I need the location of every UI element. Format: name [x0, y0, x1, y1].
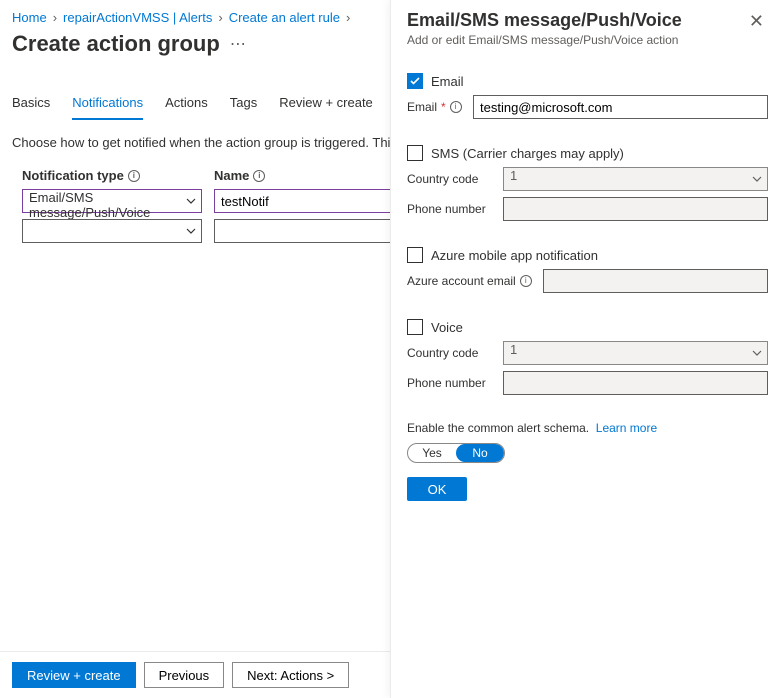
edit-notification-panel: Email/SMS message/Push/Voice Add or edit… — [390, 0, 784, 698]
voice-country-label: Country code — [407, 346, 497, 360]
push-checkbox-label: Azure mobile app notification — [431, 248, 598, 263]
info-icon[interactable]: i — [253, 170, 265, 182]
push-email-field[interactable] — [543, 269, 768, 293]
sms-phone-label: Phone number — [407, 202, 497, 216]
info-icon[interactable]: i — [128, 170, 140, 182]
email-field[interactable] — [473, 95, 768, 119]
next-button[interactable]: Next: Actions > — [232, 662, 349, 688]
tab-actions[interactable]: Actions — [165, 89, 208, 120]
sms-phone-field[interactable] — [503, 197, 768, 221]
schema-toggle-no[interactable]: No — [456, 444, 504, 462]
panel-subtitle: Add or edit Email/SMS message/Push/Voice… — [407, 33, 682, 47]
voice-checkbox-label: Voice — [431, 320, 463, 335]
email-field-label: Email* i — [407, 100, 467, 114]
tab-basics[interactable]: Basics — [12, 89, 50, 120]
sms-checkbox[interactable] — [407, 145, 423, 161]
previous-button[interactable]: Previous — [144, 662, 225, 688]
voice-phone-label: Phone number — [407, 376, 497, 390]
info-icon[interactable]: i — [520, 275, 532, 287]
tab-tags[interactable]: Tags — [230, 89, 257, 120]
schema-toggle-yes[interactable]: Yes — [408, 444, 456, 462]
column-header-type: Notification type i — [22, 168, 202, 183]
schema-toggle[interactable]: Yes No — [407, 443, 505, 463]
notification-type-select[interactable] — [22, 219, 202, 243]
breadcrumb-create-rule[interactable]: Create an alert rule — [229, 10, 340, 25]
sms-country-label: Country code — [407, 172, 497, 186]
voice-country-select[interactable]: 1 — [503, 341, 768, 365]
info-icon[interactable]: i — [450, 101, 462, 113]
push-email-label: Azure account email i — [407, 274, 537, 288]
email-checkbox[interactable] — [407, 73, 423, 89]
email-checkbox-label: Email — [431, 74, 464, 89]
voice-checkbox[interactable] — [407, 319, 423, 335]
tab-review[interactable]: Review + create — [279, 89, 373, 120]
chevron-right-icon: › — [218, 10, 222, 25]
sms-country-select[interactable]: 1 — [503, 167, 768, 191]
breadcrumb-resource[interactable]: repairActionVMSS | Alerts — [63, 10, 212, 25]
close-icon[interactable]: ✕ — [745, 10, 768, 32]
sms-checkbox-label: SMS (Carrier charges may apply) — [431, 146, 624, 161]
chevron-right-icon: › — [53, 10, 57, 25]
notification-name-input[interactable] — [214, 189, 394, 213]
panel-title: Email/SMS message/Push/Voice — [407, 10, 682, 31]
breadcrumb-home[interactable]: Home — [12, 10, 47, 25]
chevron-right-icon: › — [346, 10, 350, 25]
voice-phone-field[interactable] — [503, 371, 768, 395]
more-actions-button[interactable]: ⋯ — [230, 34, 246, 54]
push-checkbox[interactable] — [407, 247, 423, 263]
schema-text: Enable the common alert schema. — [407, 421, 589, 435]
notification-type-select[interactable]: Email/SMS message/Push/Voice — [22, 189, 202, 213]
column-header-name: Name i — [214, 168, 394, 183]
notification-name-input[interactable] — [214, 219, 394, 243]
review-create-button[interactable]: Review + create — [12, 662, 136, 688]
tab-notifications[interactable]: Notifications — [72, 89, 143, 120]
page-title: Create action group — [12, 31, 220, 57]
ok-button[interactable]: OK — [407, 477, 467, 501]
learn-more-link[interactable]: Learn more — [596, 421, 657, 435]
